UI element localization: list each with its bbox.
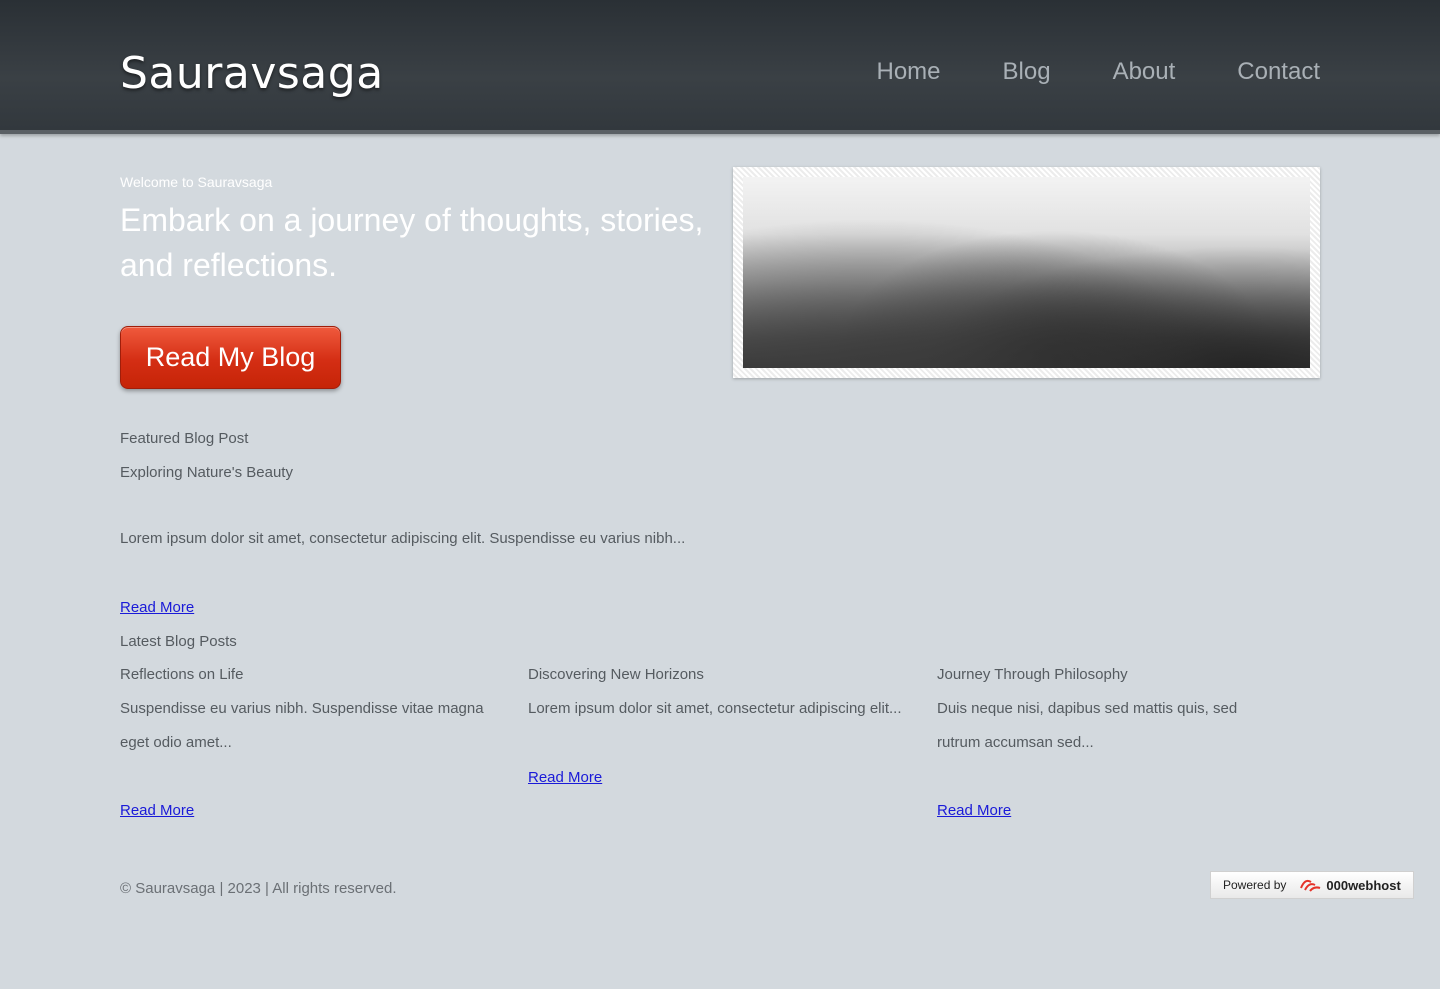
site-header: Sauravsaga Home Blog About Contact xyxy=(0,0,1440,134)
footer-copyright: © Sauravsaga | 2023 | All rights reserve… xyxy=(120,880,397,897)
post-title-3: Journey Through Philosophy xyxy=(937,666,1128,683)
webhost-logo-icon xyxy=(1298,876,1322,895)
main-nav: Home Blog About Contact xyxy=(876,58,1320,86)
host-name: 000webhost xyxy=(1326,877,1401,893)
hero-tagline: Embark on a journey of thoughts, stories… xyxy=(120,202,704,283)
featured-read-more-link[interactable]: Read More xyxy=(120,599,194,616)
powered-by-label: Powered by xyxy=(1223,878,1287,892)
post-title-2: Discovering New Horizons xyxy=(528,666,704,683)
welcome-text: Welcome to Sauravsaga xyxy=(120,174,273,190)
nav-contact[interactable]: Contact xyxy=(1237,58,1320,86)
site-logo[interactable]: Sauravsaga xyxy=(120,48,384,99)
post-title-1: Reflections on Life xyxy=(120,666,244,683)
nav-home[interactable]: Home xyxy=(876,58,940,86)
hero-image-frame xyxy=(733,167,1320,378)
powered-by-badge[interactable]: Powered by 000webhost xyxy=(1210,871,1414,899)
featured-post-title: Exploring Nature's Beauty xyxy=(120,464,293,481)
featured-post-excerpt: Lorem ipsum dolor sit amet, consectetur … xyxy=(120,530,686,547)
nav-about[interactable]: About xyxy=(1113,58,1176,86)
post-read-more-link-3[interactable]: Read More xyxy=(937,802,1011,819)
post-excerpt-2: Lorem ipsum dolor sit amet, consectetur … xyxy=(528,700,902,717)
post-read-more-link-1[interactable]: Read More xyxy=(120,802,194,819)
read-my-blog-button[interactable]: Read My Blog xyxy=(120,326,341,389)
post-excerpt-1: Suspendisse eu varius nibh. Suspendisse … xyxy=(120,700,484,751)
featured-section-title: Featured Blog Post xyxy=(120,430,249,447)
hero-image xyxy=(743,177,1310,368)
post-excerpt-3: Duis neque nisi, dapibus sed mattis quis… xyxy=(937,700,1238,751)
latest-section-title: Latest Blog Posts xyxy=(120,633,237,650)
post-read-more-link-2[interactable]: Read More xyxy=(528,769,602,786)
nav-blog[interactable]: Blog xyxy=(1003,58,1051,86)
